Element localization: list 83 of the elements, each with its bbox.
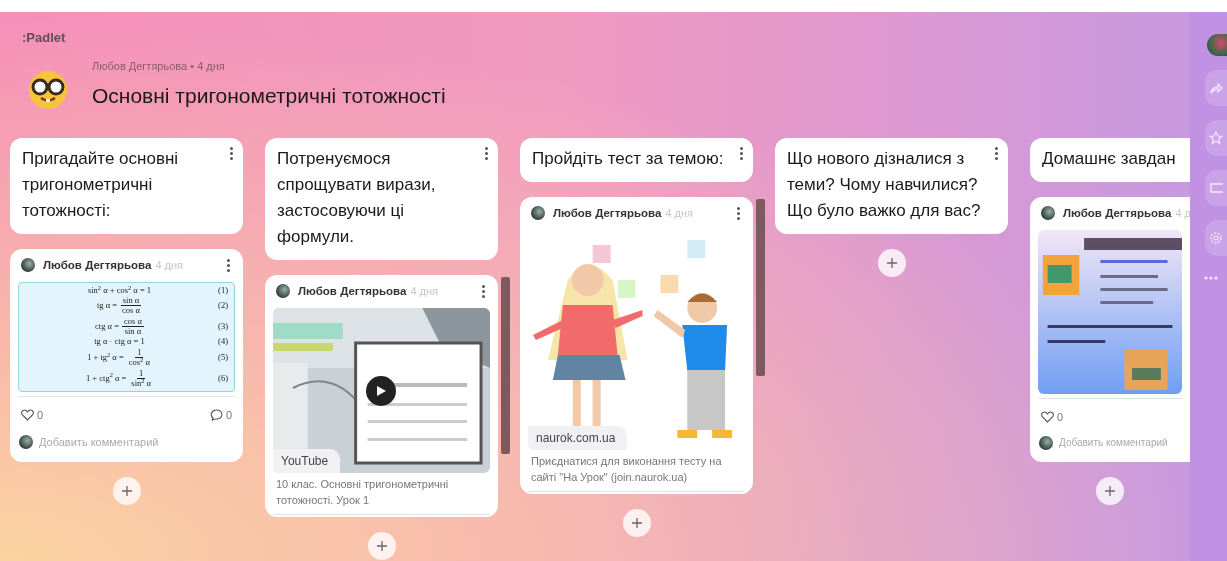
plus-icon: [376, 540, 387, 551]
post-time: 4 дня: [410, 283, 439, 299]
slideshow-button[interactable]: [1205, 170, 1227, 206]
formula-text: sin$^{2}$ α + cos$^{2}$ α = 1: [87, 285, 152, 296]
fraction-numerator: 1: [135, 347, 144, 359]
post-author: Любов Дегтярьова: [43, 257, 152, 273]
padlet-logo[interactable]: :Padlet: [22, 28, 66, 48]
comment-field[interactable]: Добавить комментарий: [39, 433, 241, 451]
more-icon[interactable]: [225, 257, 232, 273]
board-title: Основні тригонометричні тотожності: [92, 83, 446, 109]
fraction-denominator: cos$^{2}$ α: [127, 358, 151, 368]
post-caption: Приєднатися для виконання тесту на сайті "На Урок" (join.naurok.ua): [530, 453, 723, 485]
column-title: Домашнє завдан: [1042, 147, 1177, 170]
scrollbar[interactable]: [501, 276, 510, 454]
share-icon: [1209, 81, 1223, 95]
scrollbar[interactable]: [756, 198, 765, 376]
equation-number: (5): [217, 353, 228, 363]
equation-number: (6): [217, 373, 228, 383]
fraction-denominator: cos α: [121, 306, 141, 316]
formula-text: 1 + ctg$^{2}$ α =: [85, 373, 127, 383]
user-avatar: [276, 284, 290, 299]
plus-icon: [631, 517, 642, 528]
add-post-button[interactable]: [877, 248, 906, 277]
comment-icon[interactable]: [209, 409, 223, 422]
play-icon: [375, 384, 387, 397]
source-label: naurok.com.ua: [528, 425, 628, 450]
fraction-numerator: 1: [137, 368, 146, 379]
fraction-numerator: cos α: [122, 316, 144, 328]
column-title: Потренуємося спрощувати вирази, застосовуючи ці формули.: [277, 147, 437, 248]
heart-icon[interactable]: [1041, 411, 1054, 423]
more-icon[interactable]: [993, 145, 1000, 161]
column-title: Що нового дізналися з теми? Чому навчилися? Що було важко для вас?: [787, 147, 982, 222]
more-icon[interactable]: [735, 205, 742, 221]
user-avatar: [21, 258, 35, 273]
add-post-button[interactable]: [622, 508, 651, 537]
equation-number: (3): [217, 321, 228, 332]
formula-text: ctg α =: [95, 321, 119, 332]
post-time: 4 дня: [155, 257, 184, 273]
more-icon[interactable]: [738, 145, 745, 161]
fraction-numerator: sin α: [120, 296, 142, 307]
formula-text: tg α =: [97, 301, 118, 311]
formula-text: 1 + tg$^{2}$ α =: [87, 353, 124, 363]
settings-icon: [1209, 231, 1223, 245]
post-time: 4 дня: [665, 205, 694, 221]
more-icon[interactable]: [480, 283, 487, 299]
add-post-button[interactable]: [112, 477, 141, 506]
share-button[interactable]: [1205, 70, 1227, 106]
column-title: Пройдіть тест за темою:: [532, 147, 725, 170]
post-author: Любов Дегтярьова: [1063, 205, 1172, 221]
user-avatar: [1039, 435, 1053, 450]
settings-button[interactable]: [1205, 220, 1227, 256]
like-count: 0: [1057, 409, 1064, 425]
more-icon[interactable]: [483, 145, 490, 161]
equation-number: (4): [217, 337, 228, 347]
source-label: YouTube: [273, 448, 341, 473]
equation-number: (2): [217, 301, 228, 311]
user-avatar: [19, 434, 33, 449]
formula-text: tg α · ctg α = 1: [94, 337, 145, 347]
comment-field[interactable]: Добавить комментарий: [1059, 435, 1188, 451]
plus-icon: [886, 257, 897, 268]
more-icon[interactable]: [228, 145, 235, 161]
equation-number: (1): [217, 285, 228, 296]
board-author-line: Любов Дегтярьова • 4 дня: [92, 58, 226, 74]
post-caption: 10 клас. Основні тригонометричні тотожності. Урок 1: [275, 476, 450, 508]
add-post-button[interactable]: [367, 531, 396, 560]
add-post-button[interactable]: [1096, 477, 1124, 506]
fraction-denominator: sin α: [123, 327, 143, 337]
slideshow-icon: [1209, 181, 1223, 195]
user-avatar[interactable]: [1207, 34, 1227, 56]
comment-count: 0: [225, 408, 232, 424]
like-count: 0: [37, 408, 44, 424]
post-author: Любов Дегтярьова: [298, 283, 407, 299]
nerd-face-emoji-icon: [28, 69, 68, 110]
plus-icon: [121, 486, 132, 497]
user-avatar: [531, 206, 545, 221]
plus-icon: [1105, 486, 1115, 497]
user-avatar: [1041, 206, 1055, 221]
column-title: Пригадайте основні тригонометричні тотожності:: [22, 147, 180, 222]
fraction-denominator: sin$^{2}$ α: [130, 378, 153, 389]
favorite-button[interactable]: [1205, 120, 1227, 156]
star-icon: [1209, 131, 1223, 145]
post-author: Любов Дегтярьова: [553, 205, 662, 221]
heart-icon[interactable]: [21, 409, 34, 422]
